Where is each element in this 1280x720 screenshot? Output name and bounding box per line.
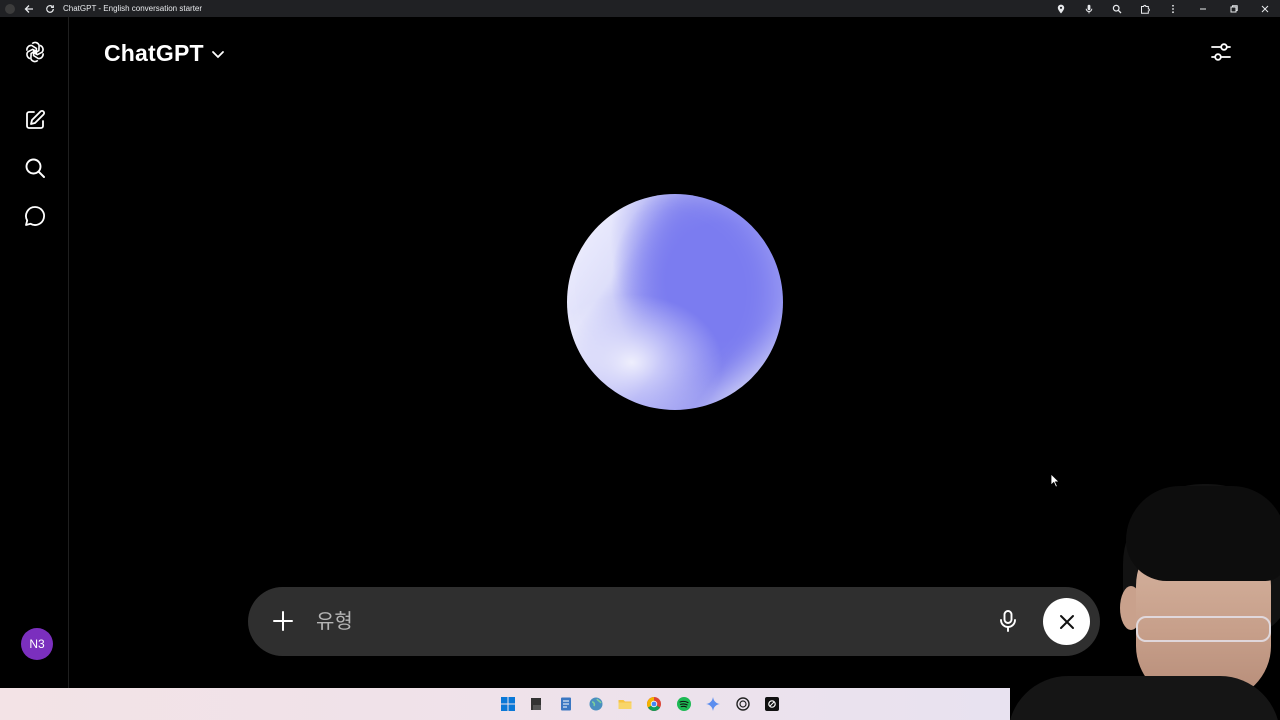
notes-icon: [561, 697, 571, 711]
search-icon: [25, 158, 45, 178]
sliders-icon: [1211, 43, 1231, 61]
profile-icon[interactable]: [5, 3, 15, 14]
openai-logo-icon: [26, 41, 44, 63]
add-attachment-button[interactable]: [268, 606, 298, 636]
new-chat-button[interactable]: [19, 104, 51, 136]
file-explorer-icon: [618, 700, 632, 709]
taskbar-app-chrome[interactable]: [645, 695, 663, 713]
search-chats-button[interactable]: [19, 152, 51, 184]
plus-icon: [273, 611, 293, 631]
zoom-icon: [1112, 4, 1122, 13]
spotify-icon: [677, 697, 691, 711]
window-title: ChatGPT - English conversation starter: [63, 4, 203, 13]
close-window-icon: [1261, 5, 1268, 12]
avatar[interactable]: N3: [21, 628, 53, 660]
taskbar-app-chatgpt-dark[interactable]: [763, 695, 781, 713]
microphone-indicator-button[interactable]: [1075, 0, 1103, 17]
new-chat-icon: [26, 110, 45, 129]
reload-button[interactable]: [43, 2, 57, 16]
chevron-down-icon: [211, 51, 224, 59]
gemini-icon: [706, 697, 720, 711]
minimize-icon: [1199, 8, 1206, 9]
location-button[interactable]: [1047, 0, 1075, 17]
taskbar-app-notepad[interactable]: [527, 695, 545, 713]
chrome-icon: [647, 697, 661, 711]
chatgpt-app-icon: [736, 697, 750, 711]
earth-icon: [589, 697, 603, 711]
taskbar-app-earth[interactable]: [587, 695, 605, 713]
chatgpt-dark-icon: [765, 697, 779, 711]
taskbar-app-spotify[interactable]: [675, 695, 693, 713]
browser-menu-button[interactable]: [1159, 0, 1187, 17]
taskbar-app-notes[interactable]: [557, 695, 575, 713]
location-pin-icon: [1057, 4, 1065, 13]
reload-icon: [46, 4, 54, 13]
restore-button[interactable]: [1218, 0, 1249, 17]
windows-start-button[interactable]: [499, 695, 517, 713]
puzzle-icon: [1141, 4, 1150, 14]
model-switcher[interactable]: ChatGPT: [104, 38, 226, 68]
taskbar-app-chatgpt[interactable]: [734, 695, 752, 713]
taskbar-app-file-explorer[interactable]: [616, 695, 634, 713]
restore-icon: [1230, 4, 1238, 12]
voice-orb-highlight: [567, 194, 783, 410]
windows-start-icon: [501, 697, 515, 711]
prompt-input[interactable]: [316, 606, 976, 636]
browser-title-bar: ChatGPT - English conversation starter: [0, 0, 1280, 17]
webcam-overlay: [1008, 476, 1280, 720]
notepad-icon: [531, 698, 541, 710]
voice-settings-button[interactable]: [1207, 38, 1235, 66]
extensions-button[interactable]: [1131, 0, 1159, 17]
chat-history-button[interactable]: [19, 200, 51, 232]
minimize-button[interactable]: [1187, 0, 1218, 17]
model-name: ChatGPT: [104, 39, 204, 66]
zoom-button[interactable]: [1103, 0, 1131, 17]
microphone-small-icon: [1085, 4, 1093, 13]
back-arrow-icon: [24, 4, 33, 13]
webcam-glasses: [1136, 616, 1271, 642]
home-logo-button[interactable]: [19, 36, 51, 68]
webcam-fringe: [1126, 486, 1280, 581]
kebab-menu-icon: [1172, 4, 1174, 13]
webcam-shirt: [1008, 676, 1280, 720]
close-window-button[interactable]: [1249, 0, 1280, 17]
taskbar-app-gemini[interactable]: [704, 695, 722, 713]
left-sidebar: N3: [0, 17, 69, 688]
chat-bubble-icon: [25, 206, 45, 226]
back-button[interactable]: [22, 2, 36, 16]
